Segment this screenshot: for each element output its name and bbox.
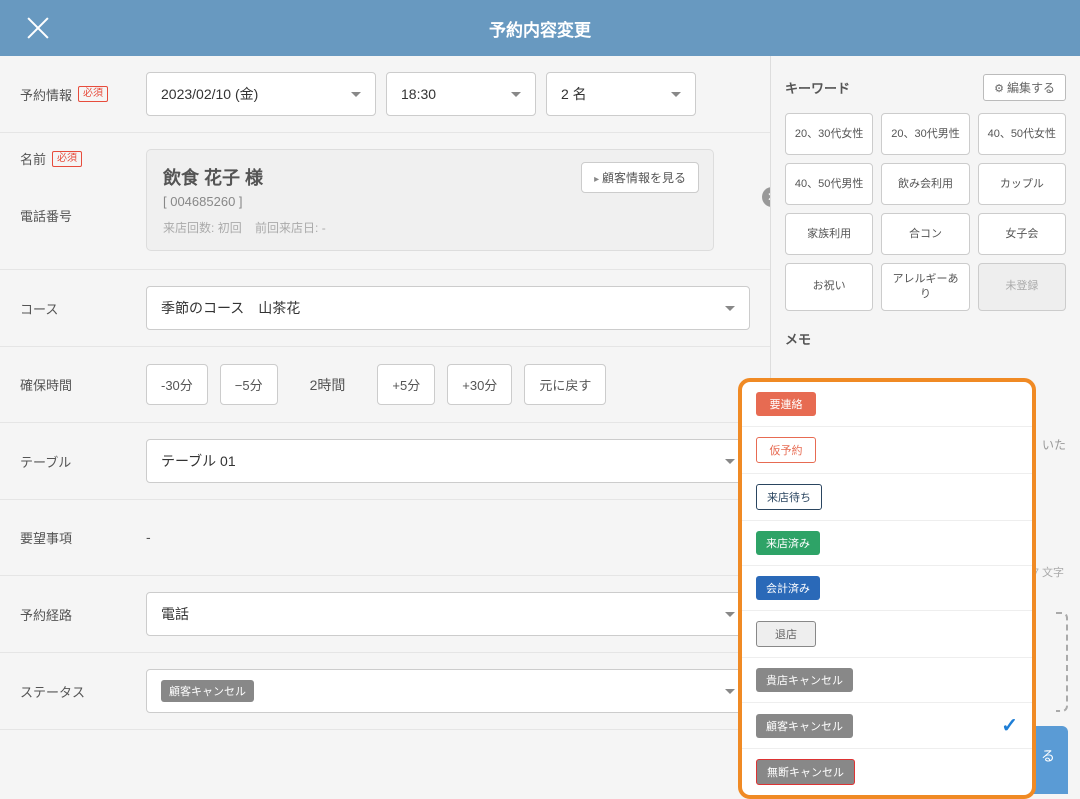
requests-value: - (146, 529, 151, 545)
status-option[interactable]: 仮予約 (742, 427, 1032, 474)
status-option[interactable]: 会計済み (742, 566, 1032, 611)
customer-meta: 来店回数: 初回 前回来店日: - (163, 219, 697, 236)
duration-minus-5-button[interactable]: −5分 (220, 364, 278, 405)
memo-text-fragment: いた (1042, 436, 1066, 453)
status-option[interactable]: 無断キャンセル (742, 749, 1032, 795)
modal-header: 予約内容変更 (0, 0, 1080, 56)
chevron-down-icon (725, 689, 735, 694)
keyword-chip[interactable]: 女子会 (978, 213, 1066, 255)
row-requests: 要望事項 - (0, 500, 770, 576)
status-option[interactable]: 顧客キャンセル ✓ (742, 703, 1032, 749)
status-badge: 顧客キャンセル (756, 714, 853, 738)
row-reservation-info: 予約情報 必須 2023/02/10 (金) 18:30 2 名 (0, 56, 770, 133)
main-column: 予約情報 必須 2023/02/10 (金) 18:30 2 名 名前 (0, 56, 770, 794)
status-badge: 貴店キャンセル (756, 668, 853, 692)
channel-select[interactable]: 電話 (146, 592, 750, 636)
row-status: ステータス 顧客キャンセル (0, 653, 770, 730)
status-badge: 会計済み (756, 576, 820, 600)
row-table: テーブル テーブル 01 (0, 423, 770, 500)
party-select[interactable]: 2 名 (546, 72, 696, 116)
chevron-down-icon (725, 306, 735, 311)
keyword-grid: 20、30代女性20、30代男性40、50代女性 40、50代男性飲み会利用カップ… (785, 113, 1066, 311)
duration-plus-5-button[interactable]: +5分 (377, 364, 435, 405)
row-customer: 名前 必須 電話番号 飲食 花子 様 [ 004685260 ] 来店回数: 初… (0, 133, 770, 270)
memo-title: メモ (785, 329, 1066, 348)
keyword-chip[interactable]: 40、50代男性 (785, 163, 873, 205)
label-reservation-info: 予約情報 必須 (20, 85, 146, 104)
status-option[interactable]: 来店済み (742, 521, 1032, 566)
customer-id: [ 004685260 ] (163, 194, 697, 209)
keyword-chip[interactable]: 20、30代男性 (881, 113, 969, 155)
label-name: 名前 (20, 149, 46, 168)
chevron-down-icon (671, 92, 681, 97)
row-course: コース 季節のコース 山茶花 (0, 270, 770, 347)
status-option[interactable]: 退店 (742, 611, 1032, 658)
dashed-box-edge (1056, 612, 1068, 712)
keywords-title: キーワード (785, 78, 850, 97)
char-counter: 7 文字 (1033, 564, 1064, 580)
table-select[interactable]: テーブル 01 (146, 439, 750, 483)
chevron-down-icon (725, 612, 735, 617)
duration-minus-30-button[interactable]: -30分 (146, 364, 208, 405)
keyword-chip[interactable]: 20、30代女性 (785, 113, 873, 155)
duration-current: 2時間 (290, 375, 366, 395)
status-badge: 来店待ち (756, 484, 822, 510)
close-icon[interactable] (24, 14, 52, 42)
duration-plus-30-button[interactable]: +30分 (447, 364, 512, 405)
keyword-chip[interactable]: 家族利用 (785, 213, 873, 255)
keyword-chip[interactable]: 飲み会利用 (881, 163, 969, 205)
status-option[interactable]: 来店待ち (742, 474, 1032, 521)
course-select[interactable]: 季節のコース 山茶花 (146, 286, 750, 330)
keyword-chip[interactable]: アレルギーあり (881, 263, 969, 311)
customer-card: 飲食 花子 様 [ 004685260 ] 来店回数: 初回 前回来店日: - … (146, 149, 714, 251)
status-option[interactable]: 要連絡 (742, 382, 1032, 427)
check-icon: ✓ (1001, 713, 1018, 738)
status-select[interactable]: 顧客キャンセル (146, 669, 750, 713)
modal-title: 予約内容変更 (489, 16, 591, 41)
status-badge: 要連絡 (756, 392, 816, 416)
edit-keywords-button[interactable]: 編集する (983, 74, 1066, 101)
clear-customer-icon[interactable]: ✕ (762, 187, 770, 207)
keyword-chip[interactable]: お祝い (785, 263, 873, 311)
status-badge: 退店 (756, 621, 816, 647)
status-dropdown-popup: 要連絡仮予約来店待ち来店済み会計済み退店貴店キャンセル顧客キャンセル ✓ 無断キャン… (738, 378, 1036, 799)
label-requests: 要望事項 (20, 528, 72, 547)
keyword-chip[interactable]: 40、50代女性 (978, 113, 1066, 155)
label-status: ステータス (20, 682, 85, 701)
required-badge: 必須 (52, 151, 82, 167)
row-channel: 予約経路 電話 (0, 576, 770, 653)
time-select[interactable]: 18:30 (386, 72, 536, 116)
keyword-chip[interactable]: 未登録 (978, 263, 1066, 311)
required-badge: 必須 (78, 86, 108, 102)
date-select[interactable]: 2023/02/10 (金) (146, 72, 376, 116)
status-option[interactable]: 貴店キャンセル (742, 658, 1032, 703)
duration-reset-button[interactable]: 元に戻す (524, 364, 606, 405)
chevron-down-icon (351, 92, 361, 97)
label-phone: 電話番号 (20, 206, 72, 225)
row-duration: 確保時間 -30分 −5分 2時間 +5分 +30分 元に戻す (0, 347, 770, 423)
label-course: コース (20, 299, 58, 318)
status-badge: 仮予約 (756, 437, 816, 463)
view-customer-button[interactable]: 顧客情報を見る (581, 162, 699, 193)
keyword-chip[interactable]: カップル (978, 163, 1066, 205)
label-duration: 確保時間 (20, 375, 72, 394)
status-badge: 来店済み (756, 531, 820, 555)
label-table: テーブル (20, 452, 71, 471)
chevron-down-icon (725, 459, 735, 464)
status-pill: 顧客キャンセル (161, 680, 254, 702)
keyword-chip[interactable]: 合コン (881, 213, 969, 255)
label-channel: 予約経路 (20, 605, 72, 624)
status-badge: 無断キャンセル (756, 759, 855, 785)
chevron-down-icon (511, 92, 521, 97)
